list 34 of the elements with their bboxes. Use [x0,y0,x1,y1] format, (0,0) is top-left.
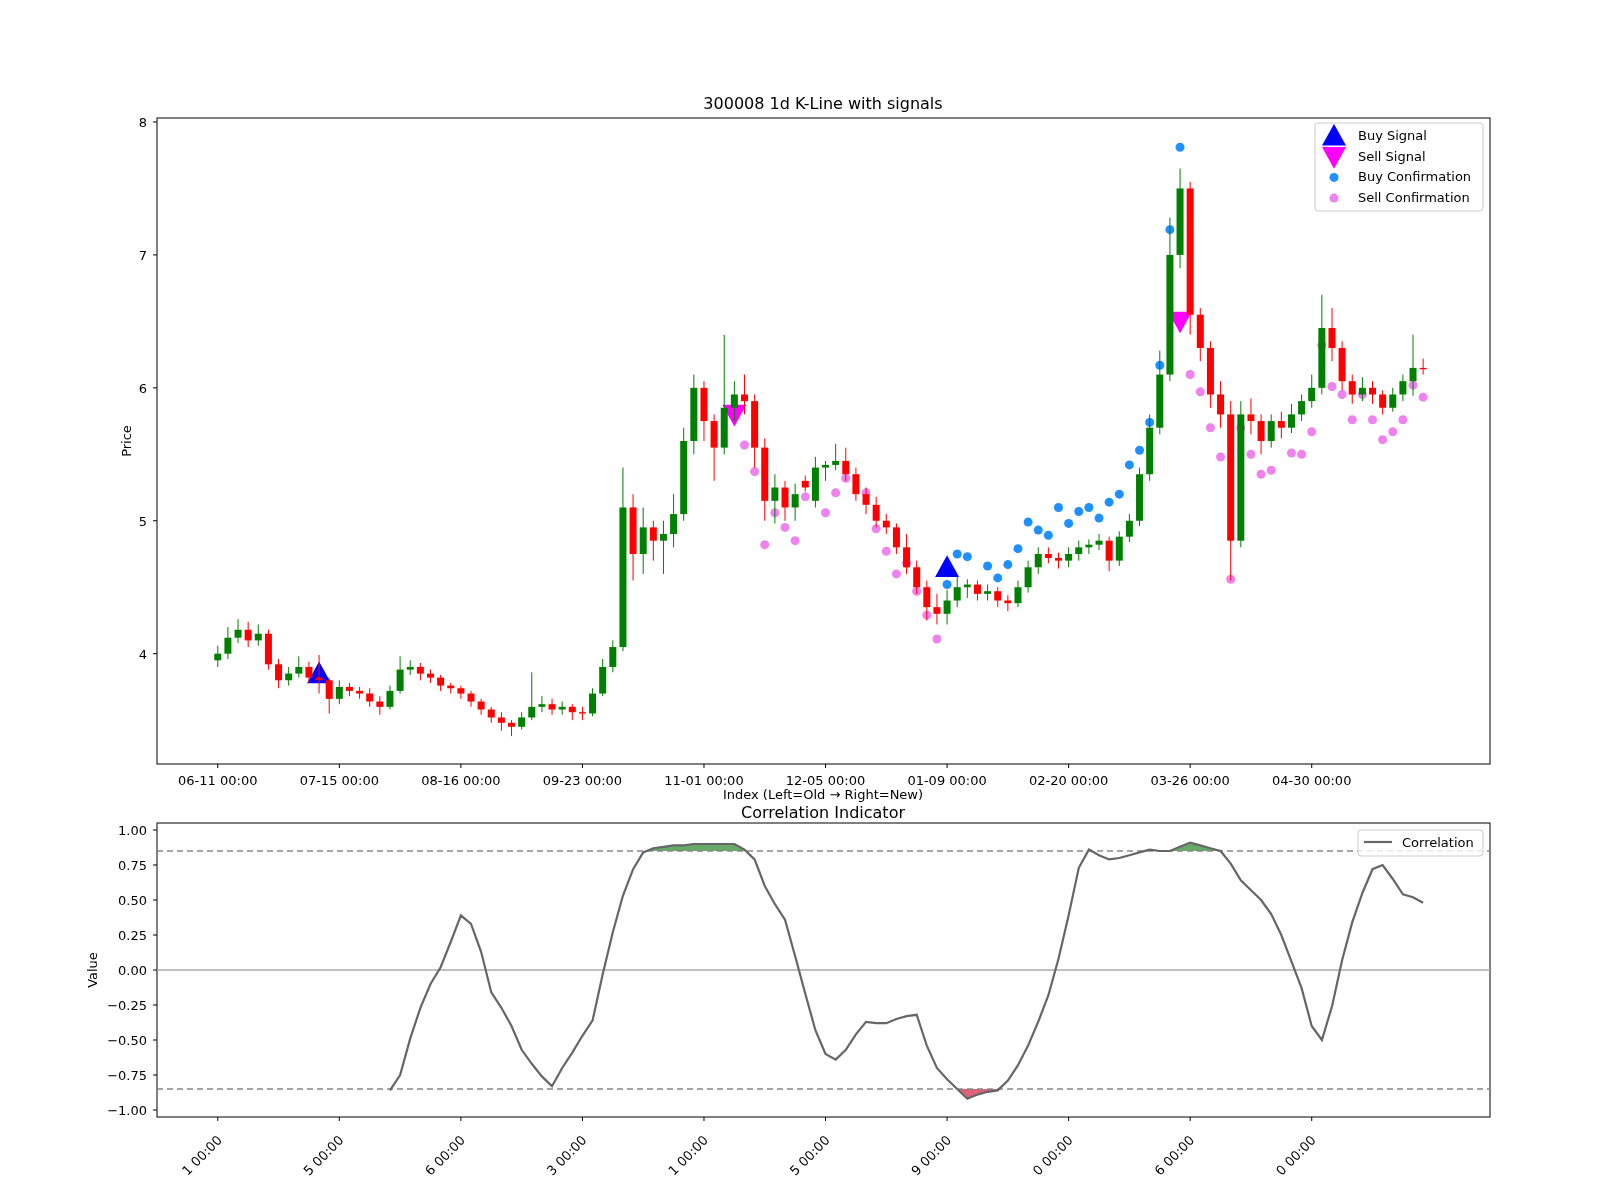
y-tick-label: 0.00 [118,963,147,978]
x-tick-label: 06-11 00:00 [178,773,258,788]
x-tick-label: 08-16 00:00 [421,773,501,788]
y-tick-label: 8 [138,115,147,130]
y-tick-label: 0.50 [118,893,147,908]
y-tick-label: 5 [138,513,147,529]
legend-label: Sell Signal [1358,148,1426,164]
legend-label: Sell Confirmation [1358,190,1470,206]
y-axis-label: Price [119,425,134,457]
y-tick-label: 4 [138,646,147,662]
y-tick-label: 6 [138,380,147,396]
y-axis-label: Value [85,952,100,988]
y-tick-label: −1.00 [107,1103,147,1118]
legend-label: Buy Confirmation [1358,169,1472,185]
x-tick-label: 04-30 00:00 [1272,773,1352,788]
y-tick-label: 0.75 [118,858,147,873]
y-tick-label: 0.25 [118,928,147,943]
y-tick-label: 1.00 [118,823,147,838]
x-tick-label: 11-01 00:00 [664,773,744,788]
y-tick-label: 7 [138,247,147,263]
x-tick-label: 03-26 00:00 [1150,773,1230,788]
chart-title: Correlation Indicator [741,805,905,822]
x-tick-label: 12-05 00:00 [785,773,866,788]
x-tick-label: 07-15 00:00 [299,773,379,788]
y-tick-label: −0.25 [107,998,147,1013]
legend-label: Correlation [1402,835,1474,850]
legend-label: Buy Signal [1358,128,1427,143]
x-tick-label: 02-20 00:00 [1028,773,1109,788]
x-axis-label: Index (Left=Old → Right=New) [722,787,924,802]
x-tick-label: 01-09 00:00 [907,773,987,788]
chart-title: 300008 1d K-Line with signals [703,94,943,113]
y-tick-label: −0.50 [107,1033,147,1048]
x-tick-label: 09-23 00:00 [542,773,623,788]
y-tick-label: −0.75 [107,1068,147,1083]
